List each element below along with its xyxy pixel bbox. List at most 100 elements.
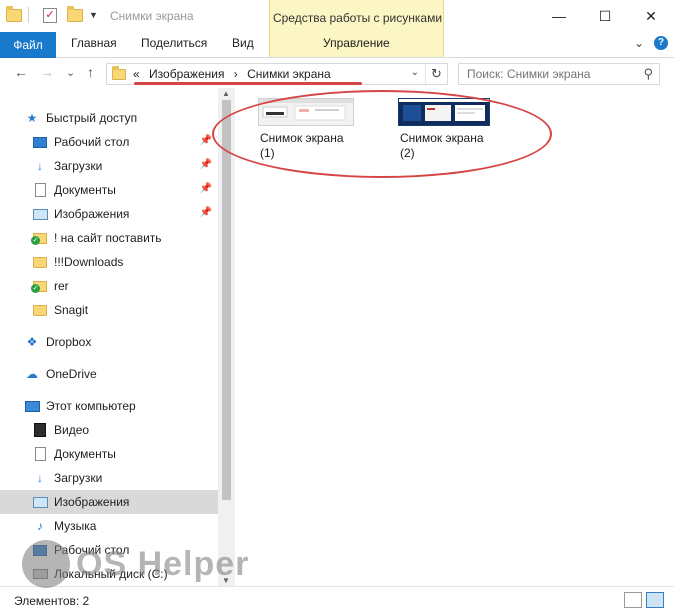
scroll-down-arrow[interactable]: ▼ — [222, 576, 230, 585]
computer-icon — [24, 399, 40, 413]
navigation-pane: ★ Быстрый доступ Рабочий стол 📌 ↓ Загруз… — [0, 106, 218, 586]
up-button[interactable]: ↑ — [87, 64, 94, 80]
large-icons-view-icon[interactable] — [646, 592, 664, 608]
sidebar-item-label: OneDrive — [46, 367, 97, 381]
sidebar-item-label: Dropbox — [46, 335, 92, 349]
breadcrumb-screenshots[interactable]: Снимки экрана — [247, 67, 331, 81]
ribbon-tabs: Файл Главная Поделиться Вид Управление ⌄… — [0, 32, 674, 58]
scroll-up-arrow[interactable]: ▲ — [222, 89, 230, 98]
pin-icon[interactable]: 📌 — [200, 183, 212, 194]
tab-home[interactable]: Главная — [71, 36, 117, 50]
sidebar-item-music[interactable]: ♪ Музыка — [0, 514, 218, 538]
sidebar-item-label: Видео — [54, 423, 90, 437]
sidebar-item-label: ! на сайт поставить — [54, 231, 162, 245]
sidebar-scrollbar[interactable]: ▲ ▼ — [218, 88, 235, 586]
ribbon-controls: ⌄ ? — [634, 36, 668, 50]
sidebar-item-folder[interactable]: !!!Downloads — [0, 250, 218, 274]
sidebar-item-label: Изображения — [54, 207, 130, 221]
video-icon — [32, 423, 48, 437]
tab-share[interactable]: Поделиться — [141, 36, 207, 50]
sidebar-item-quick-access[interactable]: ★ Быстрый доступ — [0, 106, 218, 130]
sidebar-item-label: Рабочий стол — [54, 543, 130, 557]
pictures-icon — [32, 495, 48, 509]
sidebar-item-downloads[interactable]: ↓ Загрузки 📌 — [0, 154, 218, 178]
minimize-button[interactable]: — — [536, 0, 582, 32]
breadcrumb: « Изображения › Снимки экрана — [133, 67, 337, 81]
quick-access-toolbar: ✓ ▼ — [6, 5, 98, 23]
view-switcher — [620, 592, 664, 608]
tab-view[interactable]: Вид — [232, 36, 254, 50]
sidebar-item-pc-downloads[interactable]: ↓ Загрузки — [0, 466, 218, 490]
search-icon[interactable]: ⚲ — [643, 66, 653, 82]
pin-icon[interactable]: 📌 — [200, 207, 212, 218]
sidebar-item-dropbox[interactable]: ❖ Dropbox — [0, 330, 218, 354]
desktop-icon — [32, 543, 48, 557]
refresh-icon[interactable]: ↻ — [425, 64, 447, 84]
sidebar-item-label: rer — [54, 279, 69, 293]
sidebar-item-label: Документы — [54, 183, 116, 197]
context-tab-title: Средства работы с рисунками — [272, 11, 443, 25]
tab-file[interactable]: Файл — [0, 32, 56, 58]
back-button[interactable]: ← — [14, 64, 28, 80]
new-folder-icon[interactable] — [67, 5, 83, 22]
desktop-icon — [32, 135, 48, 149]
window-controls: — ☐ ✕ — [536, 0, 674, 32]
folder-icon — [6, 5, 22, 22]
sidebar-item-onedrive[interactable]: ☁ OneDrive — [0, 362, 218, 386]
document-icon — [32, 183, 48, 197]
pictures-icon — [32, 207, 48, 221]
synced-folder-icon — [31, 231, 48, 245]
star-icon: ★ — [26, 111, 38, 125]
sidebar-item-label: !!!Downloads — [54, 255, 124, 269]
pin-icon[interactable]: 📌 — [200, 135, 212, 146]
sidebar-item-pc-pictures[interactable]: Изображения — [0, 490, 218, 514]
sidebar-item-label: Загрузки — [54, 471, 103, 485]
download-icon: ↓ — [37, 159, 43, 173]
disk-icon — [32, 567, 48, 581]
maximize-button[interactable]: ☐ — [582, 0, 628, 32]
folder-icon — [32, 255, 48, 269]
properties-icon[interactable]: ✓ — [43, 7, 57, 23]
download-icon: ↓ — [37, 471, 43, 485]
tab-manage[interactable]: Управление — [323, 36, 390, 50]
expand-ribbon-icon[interactable]: ⌄ — [634, 36, 644, 50]
synced-folder-icon — [31, 279, 48, 293]
folder-icon — [112, 66, 126, 80]
search-input[interactable] — [459, 64, 634, 84]
sidebar-item-videos[interactable]: Видео — [0, 418, 218, 442]
recent-locations-button[interactable]: ⌄ — [66, 66, 75, 79]
customize-toolbar-icon[interactable]: ▼ — [89, 10, 98, 20]
pin-icon[interactable]: 📌 — [200, 159, 212, 170]
chevron-down-icon[interactable]: ⌄ — [411, 67, 419, 78]
forward-button[interactable]: → — [40, 64, 54, 80]
sidebar-item-folder[interactable]: Snagit — [0, 298, 218, 322]
scrollbar-thumb[interactable] — [222, 100, 231, 500]
details-view-icon[interactable] — [624, 592, 642, 608]
help-icon[interactable]: ? — [654, 36, 668, 50]
status-bar: Элементов: 2 — [0, 586, 674, 613]
search-box: ⚲ — [458, 63, 660, 85]
sidebar-item-desktop[interactable]: Рабочий стол 📌 — [0, 130, 218, 154]
window-title: Снимки экрана — [110, 9, 194, 23]
document-icon — [32, 447, 48, 461]
breadcrumb-pictures[interactable]: Изображения — [149, 67, 224, 81]
sidebar-item-folder[interactable]: rer — [0, 274, 218, 298]
sidebar-item-this-pc[interactable]: Этот компьютер — [0, 394, 218, 418]
sidebar-item-label: Изображения — [54, 495, 130, 509]
annotation-underline — [134, 82, 362, 85]
sidebar-item-documents[interactable]: Документы 📌 — [0, 178, 218, 202]
sidebar-item-label: Быстрый доступ — [46, 111, 138, 125]
sidebar-item-pc-documents[interactable]: Документы — [0, 442, 218, 466]
sidebar-item-local-disk[interactable]: Локальный диск (C:) — [0, 562, 218, 586]
sidebar-item-pictures[interactable]: Изображения 📌 — [0, 202, 218, 226]
sidebar-item-label: Snagit — [54, 303, 89, 317]
item-count: Элементов: 2 — [14, 594, 90, 608]
dropbox-icon: ❖ — [26, 335, 38, 349]
annotation-ellipse — [212, 90, 552, 178]
breadcrumb-separator[interactable]: › — [234, 67, 238, 81]
music-icon: ♪ — [37, 519, 43, 533]
close-button[interactable]: ✕ — [628, 0, 674, 32]
sidebar-item-pc-desktop[interactable]: Рабочий стол — [0, 538, 218, 562]
breadcrumb-overflow[interactable]: « — [133, 67, 140, 81]
sidebar-item-folder[interactable]: ! на сайт поставить — [0, 226, 218, 250]
